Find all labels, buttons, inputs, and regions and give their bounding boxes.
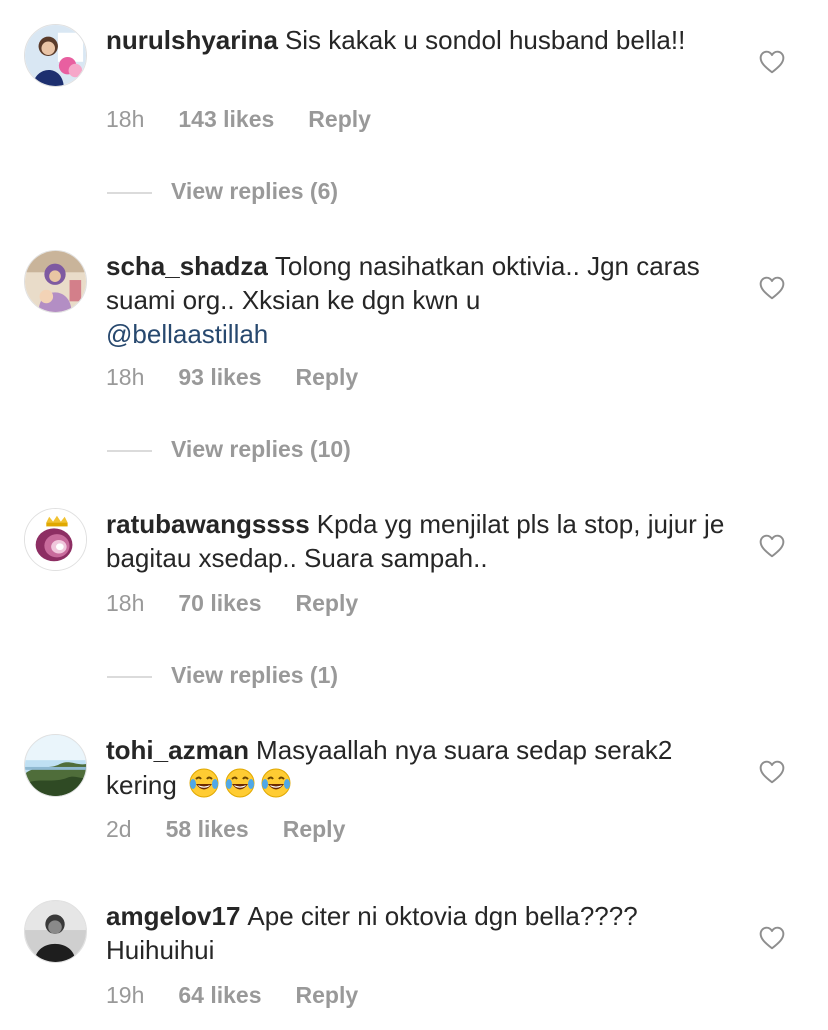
avatar-image: [25, 251, 86, 312]
comment-meta: 19h 64 likes Reply: [106, 982, 358, 1009]
reply-button[interactable]: Reply: [296, 982, 359, 1009]
like-heart-icon[interactable]: [759, 276, 785, 300]
comment-time: 19h: [106, 982, 145, 1008]
comment-meta: 18h 70 likes Reply: [106, 590, 358, 617]
divider-line: [107, 191, 152, 194]
reply-button[interactable]: Reply: [296, 590, 359, 617]
comment-text: scha_shadza Tolong nasihatkan oktivia.. J…: [106, 249, 726, 351]
comment-meta: 2d 58 likes Reply: [106, 816, 345, 843]
comment-likes[interactable]: 93 likes: [178, 364, 261, 391]
reply-button[interactable]: Reply: [308, 106, 371, 133]
comment-mention[interactable]: @bellaastillah: [106, 319, 268, 349]
view-replies-button[interactable]: View replies (6): [107, 178, 338, 205]
comment-username[interactable]: tohi_azman: [106, 735, 249, 765]
like-heart-icon[interactable]: [759, 926, 785, 950]
comment-likes[interactable]: 143 likes: [178, 106, 274, 133]
avatar[interactable]: [24, 734, 87, 797]
reply-button[interactable]: Reply: [296, 364, 359, 391]
like-heart-icon[interactable]: [759, 760, 785, 784]
comment-text: tohi_azman Masyaallah nya suara sedap ser…: [106, 733, 726, 802]
comment-username[interactable]: amgelov17: [106, 901, 240, 931]
comment-username[interactable]: nurulshyarina: [106, 25, 278, 55]
avatar-image: [25, 735, 86, 796]
avatar[interactable]: [24, 24, 87, 87]
avatar[interactable]: [24, 900, 87, 963]
comment-username[interactable]: scha_shadza: [106, 251, 268, 281]
comment-likes[interactable]: 58 likes: [166, 816, 249, 843]
view-replies-button[interactable]: View replies (10): [107, 436, 351, 463]
comment-text: ratubawangssss Kpda yg menjilat pls la st…: [106, 507, 726, 575]
comment-time: 18h: [106, 590, 145, 616]
avatar-image: [25, 901, 86, 962]
comment-likes[interactable]: 64 likes: [178, 982, 261, 1009]
comment-text: amgelov17 Ape citer ni oktovia dgn bella?…: [106, 899, 726, 967]
comment-time: 18h: [106, 364, 145, 390]
avatar-image: [25, 509, 86, 570]
comment-meta: 18h 143 likes Reply: [106, 106, 371, 133]
view-replies-label: View replies (6): [171, 178, 339, 204]
view-replies-label: View replies (10): [171, 436, 351, 462]
avatar[interactable]: [24, 250, 87, 313]
comment-username[interactable]: ratubawangssss: [106, 509, 310, 539]
comment-time: 2d: [106, 816, 132, 842]
comment-time: 18h: [106, 106, 145, 132]
reply-button[interactable]: Reply: [283, 816, 346, 843]
comment-likes[interactable]: 70 likes: [178, 590, 261, 617]
comment-text: nurulshyarina Sis kakak u sondol husband …: [106, 23, 726, 57]
avatar[interactable]: [24, 508, 87, 571]
laughing-tears-emoji-icon: [184, 768, 292, 800]
comment-body: Sis kakak u sondol husband bella!!: [284, 25, 686, 55]
view-replies-label: View replies (1): [171, 662, 339, 688]
divider-line: [107, 675, 152, 678]
divider-line: [107, 449, 152, 452]
view-replies-button[interactable]: View replies (1): [107, 662, 338, 689]
like-heart-icon[interactable]: [759, 534, 785, 558]
comment-meta: 18h 93 likes Reply: [106, 364, 358, 391]
avatar-image: [25, 25, 86, 86]
like-heart-icon[interactable]: [759, 50, 785, 74]
